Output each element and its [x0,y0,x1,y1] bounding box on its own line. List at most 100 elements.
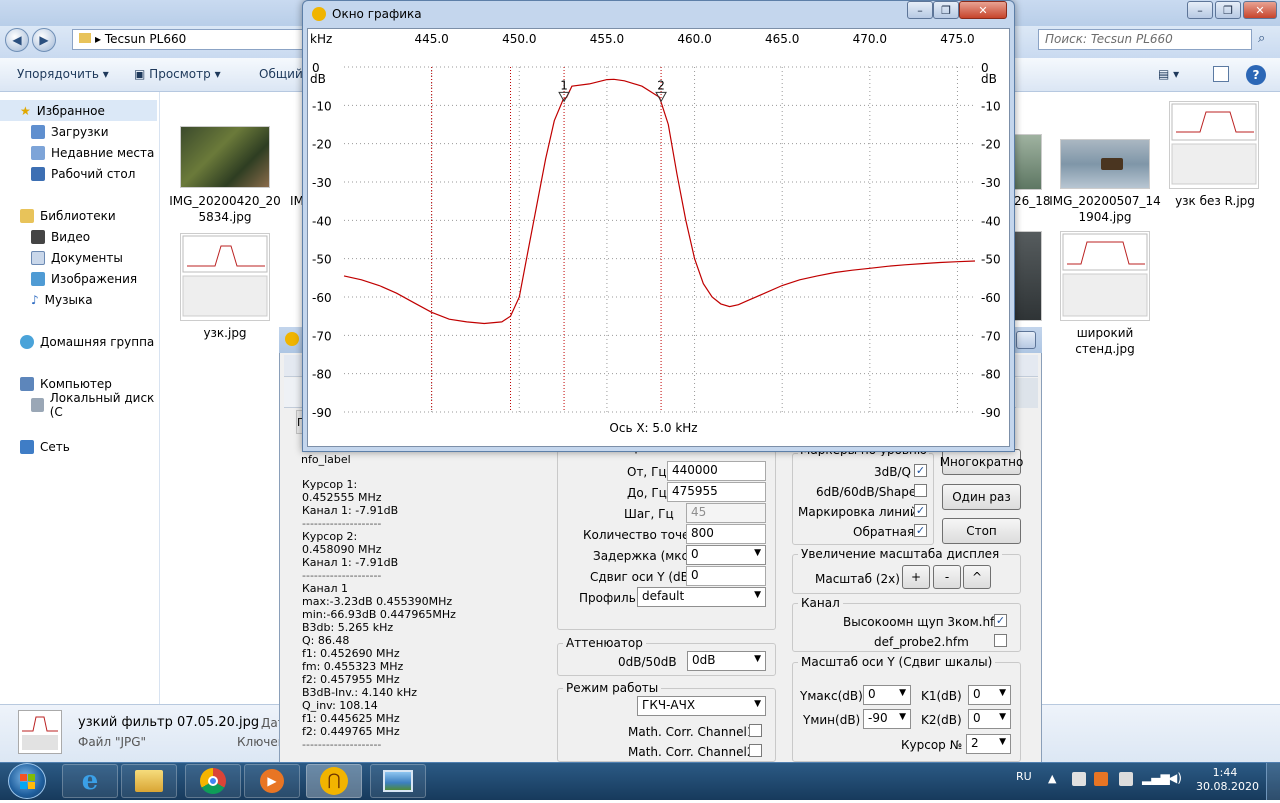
yshift-input[interactable]: 0 [686,566,766,586]
address-input[interactable]: ▸ Tecsun PL660 [72,29,312,50]
multi-run-button[interactable]: Многократно [940,449,1023,475]
app-main-close-button[interactable] [1016,331,1036,349]
lines-checkbox[interactable]: ✓ [914,504,927,517]
zoom-minus-button[interactable]: - [933,565,961,589]
sidebar-item-libraries[interactable]: Библиотеки [0,205,160,226]
sidebar-item-favorites[interactable]: ★ Избранное [0,100,157,121]
probe1-checkbox[interactable]: ✓ [994,614,1007,627]
file-name[interactable]: IMG_20200420_20 5834.jpg [160,193,290,225]
sidebar-item-desktop[interactable]: Рабочий стол [0,163,160,184]
clock[interactable]: 1:44 30.08.2020 [1196,766,1259,794]
corr2-checkbox[interactable] [749,744,762,757]
shape-checkbox[interactable] [914,484,927,497]
q-checkbox[interactable]: ✓ [914,464,927,477]
tray-device-icon[interactable] [1119,772,1133,786]
sidebar-item-images[interactable]: Изображения [0,268,160,289]
info-label: nfo_label [301,453,351,466]
corr1-checkbox[interactable] [749,724,762,737]
ymax-label: Yмакс(dB) [800,689,863,703]
downloads-icon [31,124,45,139]
file-name-partial[interactable]: 26_18 [1014,193,1051,209]
k1-select[interactable]: 0 [968,685,1011,705]
sidebar-item-music[interactable]: ♪ Музыка [0,289,160,310]
points-label: Количество точек [583,528,697,542]
back-button[interactable]: ◀ [5,28,29,52]
file-thumbnail[interactable] [1012,134,1042,190]
search-icon[interactable]: ⌕ [1258,31,1265,46]
volume-icon[interactable]: ◀) [1168,771,1182,785]
profile-select[interactable]: default [637,587,766,607]
file-thumbnail[interactable] [180,126,270,188]
explorer-close-button[interactable]: ✕ [1243,1,1277,19]
stop-button[interactable]: Стоп [942,518,1021,544]
zoom-up-button[interactable]: ^ [963,565,991,589]
sidebar-item-downloads[interactable]: Загрузки [0,121,160,142]
explorer-maximize-button[interactable]: ❐ [1215,1,1241,19]
show-desktop-button[interactable] [1266,763,1280,800]
taskbar-explorer[interactable] [121,764,177,798]
taskbar-analyzer[interactable]: ⋂ [306,764,362,798]
file-thumbnail[interactable] [180,233,270,321]
explorer-minimize-button[interactable]: – [1187,1,1213,19]
selected-file-name: узкий фильтр 07.05.20.jpg [78,715,260,730]
view-options-icon[interactable]: ▤ ▾ [1158,67,1179,81]
forward-button[interactable]: ▶ [32,28,56,52]
response-curve [343,78,976,325]
graph-close-button[interactable]: ✕ [959,1,1007,19]
file-name[interactable]: широкий стенд.jpg [1040,325,1170,357]
view-button[interactable]: ▣ Просмотр ▾ [134,67,221,81]
taskbar-image-viewer[interactable] [370,764,426,798]
chrome-icon [200,768,226,794]
ymin-select[interactable]: -90 [863,709,911,729]
start-button[interactable] [8,763,46,799]
step-input[interactable]: 45 [686,503,766,523]
file-name[interactable]: узк без R.jpg [1150,193,1280,209]
zoom-plus-button[interactable]: + [902,565,930,589]
tray-expand-icon[interactable]: ▲ [1048,772,1056,785]
search-input[interactable]: Поиск: Tecsun PL660 [1038,29,1252,50]
preview-pane-icon[interactable] [1213,66,1229,82]
organize-button[interactable]: Упорядочить ▾ [17,67,109,81]
file-name[interactable]: узк.jpg [160,325,290,341]
x-tick-label: 460.0 [677,32,711,46]
sidebar-item-network[interactable]: Сеть [0,436,160,457]
taskbar-ie[interactable]: e [62,764,118,798]
sidebar-item-documents[interactable]: Документы [0,247,160,268]
graph-maximize-button[interactable]: ❐ [933,1,959,19]
taskbar-chrome[interactable] [185,764,241,798]
ymax-select[interactable]: 0 [863,685,911,705]
network-signal-icon[interactable]: ▂▄▆ [1142,771,1170,785]
cursor-select[interactable]: 2 [966,734,1011,754]
x-tick-label: 475.0 [940,32,974,46]
file-thumbnail[interactable] [1012,231,1042,321]
tray-app-icon[interactable] [1094,772,1108,786]
from-label: От, Гц [627,465,667,479]
k2-select[interactable]: 0 [968,709,1011,729]
sidebar-item-homegroup[interactable]: Домашняя группа [0,331,160,352]
from-input[interactable]: 440000 [667,461,766,481]
file-thumbnail[interactable] [1060,231,1150,321]
sidebar-item-localdisk[interactable]: Локальный диск (C [0,391,160,419]
delay-select[interactable]: 0 [686,545,766,565]
file-thumbnail[interactable] [1169,101,1259,189]
mode-select[interactable]: ГКЧ-АЧХ [637,696,766,716]
cursor-marker [655,91,667,103]
to-input[interactable]: 475955 [667,482,766,502]
probe2-checkbox[interactable] [994,634,1007,647]
language-indicator[interactable]: RU [1016,770,1032,783]
sidebar-label: Домашняя группа [40,334,155,349]
x-tick-label: 455.0 [590,32,624,46]
points-input[interactable]: 800 [686,524,766,544]
x-tick-label: 465.0 [765,32,799,46]
sidebar-item-recent[interactable]: Недавние места [0,142,160,163]
reverse-checkbox[interactable]: ✓ [914,524,927,537]
single-run-button[interactable]: Один раз [942,484,1021,510]
attenuator-select[interactable]: 0dB [687,651,766,671]
file-thumbnail[interactable] [1060,139,1150,189]
help-icon[interactable]: ? [1246,65,1266,85]
share-button[interactable]: Общий [259,67,303,81]
taskbar-media[interactable]: ▶ [244,764,300,798]
sidebar-item-video[interactable]: Видео [0,226,160,247]
tray-flag-icon[interactable] [1072,772,1086,786]
graph-minimize-button[interactable]: – [907,1,933,19]
